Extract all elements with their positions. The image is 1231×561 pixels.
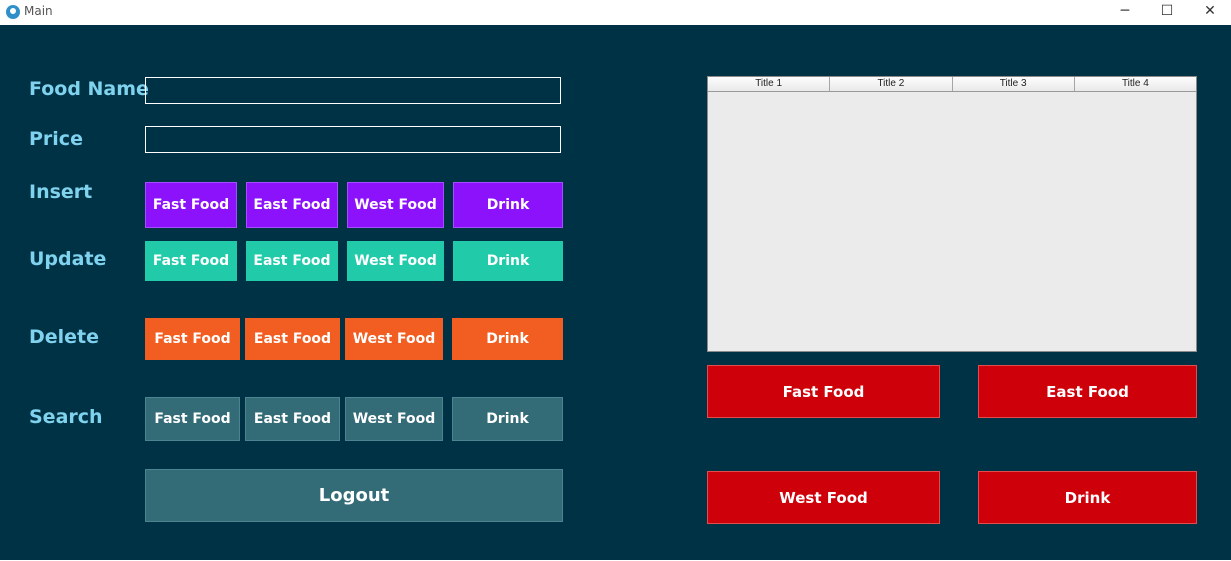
insert-drink-button[interactable]: Drink <box>453 182 563 228</box>
app-icon <box>6 5 20 19</box>
update-drink-button[interactable]: Drink <box>453 241 563 281</box>
delete-drink-button[interactable]: Drink <box>452 318 563 360</box>
table-column-header[interactable]: Title 2 <box>830 77 953 91</box>
insert-label: Insert <box>29 181 93 203</box>
category-east-food-button[interactable]: East Food <box>978 365 1197 418</box>
food-name-field[interactable] <box>145 77 561 104</box>
price-label: Price <box>29 128 83 150</box>
table-column-header[interactable]: Title 1 <box>708 77 831 91</box>
delete-west-food-button[interactable]: West Food <box>345 318 443 360</box>
main-panel: Food Name Price Insert Fast Food East Fo… <box>0 25 1231 560</box>
insert-fast-food-button[interactable]: Fast Food <box>145 182 237 228</box>
search-west-food-button[interactable]: West Food <box>345 397 443 441</box>
search-drink-button[interactable]: Drink <box>452 397 563 441</box>
update-fast-food-button[interactable]: Fast Food <box>145 241 237 281</box>
food-name-label: Food Name <box>29 78 149 100</box>
search-label: Search <box>29 406 103 428</box>
category-west-food-button[interactable]: West Food <box>707 471 940 524</box>
search-east-food-button[interactable]: East Food <box>245 397 340 441</box>
insert-east-food-button[interactable]: East Food <box>246 182 338 228</box>
search-fast-food-button[interactable]: Fast Food <box>145 397 240 441</box>
maximize-button[interactable]: ☐ <box>1146 0 1188 25</box>
update-east-food-button[interactable]: East Food <box>246 241 338 281</box>
delete-fast-food-button[interactable]: Fast Food <box>145 318 240 360</box>
delete-east-food-button[interactable]: East Food <box>245 318 340 360</box>
table-column-header[interactable]: Title 4 <box>1075 77 1196 91</box>
category-fast-food-button[interactable]: Fast Food <box>707 365 940 418</box>
table-header: Title 1 Title 2 Title 3 Title 4 <box>708 77 1196 92</box>
logout-button[interactable]: Logout <box>145 469 563 522</box>
minimize-button[interactable]: ─ <box>1104 0 1146 25</box>
insert-west-food-button[interactable]: West Food <box>347 182 444 228</box>
update-label: Update <box>29 248 107 270</box>
price-field[interactable] <box>145 126 561 153</box>
food-table[interactable]: Title 1 Title 2 Title 3 Title 4 <box>707 76 1197 352</box>
table-column-header[interactable]: Title 3 <box>953 77 1075 91</box>
delete-label: Delete <box>29 326 100 348</box>
category-drink-button[interactable]: Drink <box>978 471 1197 524</box>
window-title: Main <box>24 4 53 18</box>
title-bar: Main ─ ☐ ✕ <box>0 0 1231 25</box>
update-west-food-button[interactable]: West Food <box>347 241 444 281</box>
close-button[interactable]: ✕ <box>1189 0 1231 25</box>
